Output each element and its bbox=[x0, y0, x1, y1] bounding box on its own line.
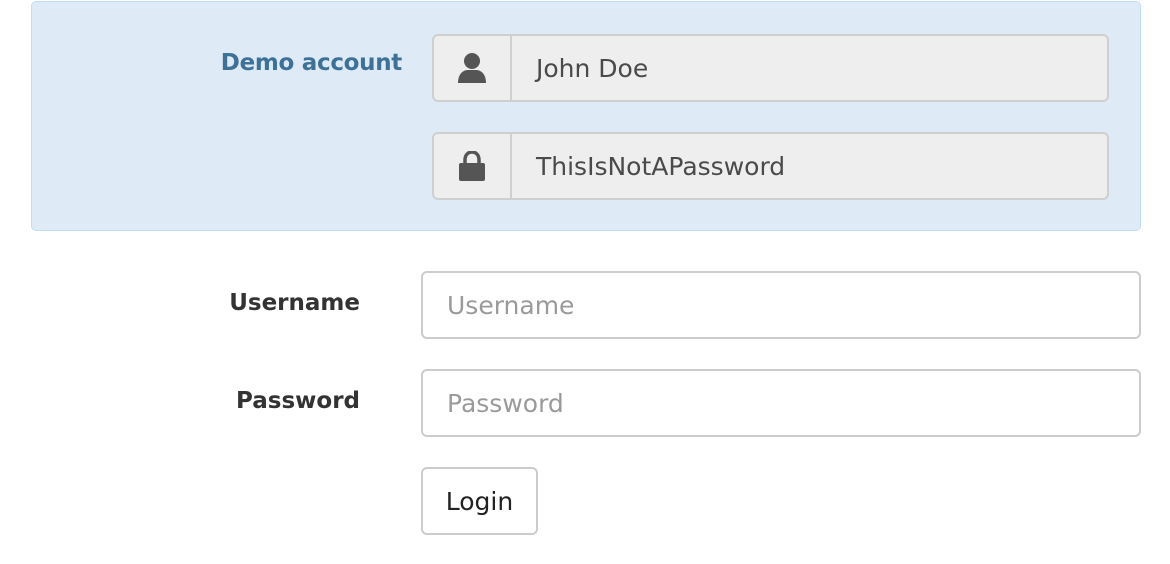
password-input[interactable] bbox=[421, 369, 1141, 437]
demo-account-label: Demo account bbox=[220, 50, 403, 76]
password-label: Password bbox=[236, 388, 360, 414]
lock-icon bbox=[434, 134, 512, 198]
demo-password-value: ThisIsNotAPassword bbox=[536, 151, 786, 181]
demo-account-panel: Demo account John Doe ThisIsNotAPassword bbox=[31, 1, 1141, 231]
login-button[interactable]: Login bbox=[421, 467, 538, 535]
user-icon bbox=[434, 36, 512, 100]
username-label: Username bbox=[229, 290, 360, 316]
demo-username-value: John Doe bbox=[536, 53, 649, 83]
demo-username-group: John Doe bbox=[432, 34, 1109, 102]
username-input[interactable] bbox=[421, 271, 1141, 339]
demo-password-group: ThisIsNotAPassword bbox=[432, 132, 1109, 200]
